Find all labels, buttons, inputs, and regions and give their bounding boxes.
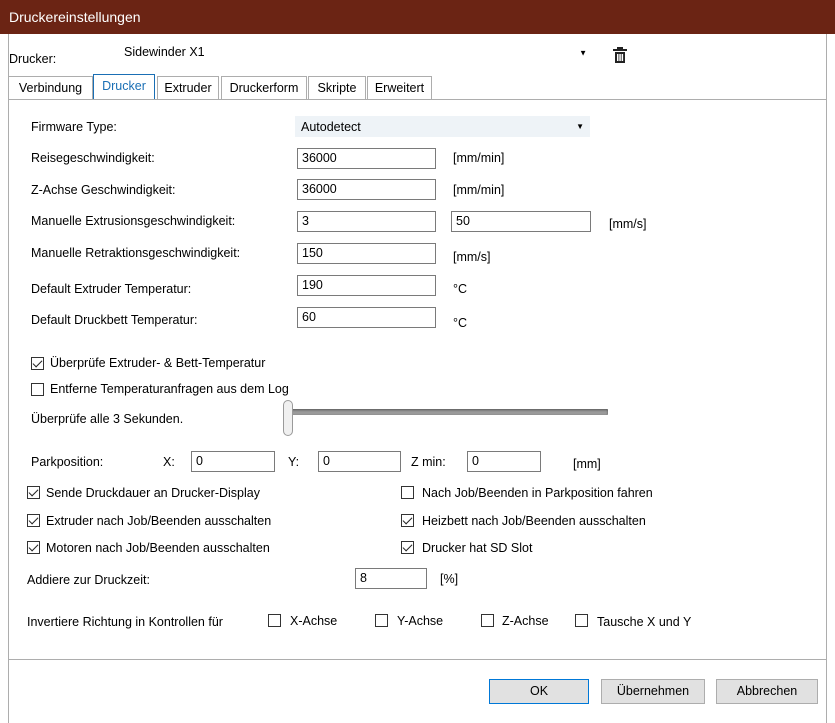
print-time-input[interactable]: 8 (355, 568, 427, 589)
park-after-label: Nach Job/Beenden in Parkposition fahren (422, 486, 653, 500)
cancel-button[interactable]: Abbrechen (716, 679, 818, 704)
extruder-temp-label: Default Extruder Temperatur: (31, 282, 192, 296)
park-y-input[interactable]: 0 (318, 451, 401, 472)
park-y-label: Y: (288, 455, 300, 469)
check-temp-checkbox[interactable] (31, 357, 44, 370)
right-border (826, 34, 827, 723)
title-bar: Druckereinstellungen (0, 0, 835, 34)
sd-slot-checkbox[interactable] (401, 541, 414, 554)
tab-drucker[interactable]: Drucker (93, 74, 155, 100)
manual-retraction-label: Manuelle Retraktionsgeschwindigkeit: (31, 246, 241, 260)
invert-y-label: Y-Achse (397, 614, 444, 628)
tab-erweitert[interactable]: Erweitert (367, 76, 432, 99)
firmware-label: Firmware Type: (31, 120, 117, 134)
print-time-label: Addiere zur Druckzeit: (27, 573, 150, 587)
bed-temp-input[interactable]: 60 (297, 307, 436, 328)
travel-speed-unit: [mm/min] (453, 151, 505, 165)
swap-xy-label: Tausche X und Y (597, 615, 692, 629)
interval-slider-track[interactable] (283, 409, 608, 415)
remove-temp-log-checkbox[interactable] (31, 383, 44, 396)
manual-retraction-input[interactable]: 150 (297, 243, 436, 264)
extruder-temp-input[interactable]: 190 (297, 275, 436, 296)
park-zmin-input[interactable]: 0 (467, 451, 541, 472)
park-after-checkbox[interactable] (401, 486, 414, 499)
tab-skripte[interactable]: Skripte (308, 76, 366, 99)
dropdown-arrow-icon: ▼ (579, 48, 587, 57)
bed-off-label: Heizbett nach Job/Beenden ausschalten (422, 514, 646, 528)
extruder-temp-unit: °C (453, 282, 468, 296)
printer-label: Drucker: (9, 52, 57, 66)
tab-extruder[interactable]: Extruder (157, 76, 219, 99)
z-speed-unit: [mm/min] (453, 183, 505, 197)
interval-slider-thumb[interactable] (283, 400, 293, 436)
firmware-select-value: Autodetect (301, 120, 361, 134)
tab-druckerform[interactable]: Druckerform (221, 76, 307, 99)
travel-speed-input[interactable]: 36000 (297, 148, 436, 169)
bed-off-checkbox[interactable] (401, 514, 414, 527)
invert-x-checkbox[interactable] (268, 614, 281, 627)
interval-label: Überprüfe alle 3 Sekunden. (31, 412, 184, 426)
motors-off-label: Motoren nach Job/Beenden ausschalten (46, 541, 270, 555)
park-x-label: X: (163, 455, 175, 469)
tab-verbindung[interactable]: Verbindung (8, 76, 93, 99)
firmware-select[interactable]: Autodetect ▼ (295, 116, 590, 137)
send-duration-label: Sende Druckdauer an Drucker-Display (46, 486, 260, 500)
invert-label: Invertiere Richtung in Kontrollen für (27, 615, 223, 629)
manual-extrusion-unit: [mm/s] (609, 217, 647, 231)
print-time-unit: [%] (440, 572, 459, 586)
manual-retraction-unit: [mm/s] (453, 250, 491, 264)
printer-select[interactable]: Sidewinder X1 ▼ (118, 41, 593, 64)
remove-temp-log-label: Entferne Temperaturanfragen aus dem Log (50, 382, 289, 396)
invert-y-checkbox[interactable] (375, 614, 388, 627)
trash-icon[interactable] (612, 46, 630, 66)
invert-z-checkbox[interactable] (481, 614, 494, 627)
z-speed-label: Z-Achse Geschwindigkeit: (31, 183, 176, 197)
swap-xy-checkbox[interactable] (575, 614, 588, 627)
extruder-off-checkbox[interactable] (27, 514, 40, 527)
apply-button[interactable]: Übernehmen (601, 679, 705, 704)
manual-extrusion-label: Manuelle Extrusionsgeschwindigkeit: (31, 214, 236, 228)
manual-extrusion-input-1[interactable]: 3 (297, 211, 436, 232)
send-duration-checkbox[interactable] (27, 486, 40, 499)
park-label: Parkposition: (31, 455, 104, 469)
park-unit: [mm] (573, 457, 601, 471)
bed-temp-label: Default Druckbett Temperatur: (31, 313, 198, 327)
ok-button[interactable]: OK (489, 679, 589, 704)
park-zmin-label: Z min: (411, 455, 446, 469)
sd-slot-label: Drucker hat SD Slot (422, 541, 533, 555)
motors-off-checkbox[interactable] (27, 541, 40, 554)
tab-divider (8, 99, 826, 100)
left-border (8, 34, 9, 723)
printer-select-value: Sidewinder X1 (124, 45, 205, 59)
invert-x-label: X-Achse (290, 614, 338, 628)
manual-extrusion-input-2[interactable]: 50 (451, 211, 591, 232)
park-x-input[interactable]: 0 (191, 451, 275, 472)
check-temp-label: Überprüfe Extruder- & Bett-Temperatur (50, 356, 266, 370)
window-title: Druckereinstellungen (9, 9, 141, 25)
travel-speed-label: Reisegeschwindigkeit: (31, 151, 155, 165)
z-speed-input[interactable]: 36000 (297, 179, 436, 200)
bed-temp-unit: °C (453, 316, 468, 330)
footer-divider (8, 659, 826, 660)
extruder-off-label: Extruder nach Job/Beenden ausschalten (46, 514, 272, 528)
dropdown-arrow-icon: ▼ (576, 122, 584, 131)
invert-z-label: Z-Achse (502, 614, 549, 628)
